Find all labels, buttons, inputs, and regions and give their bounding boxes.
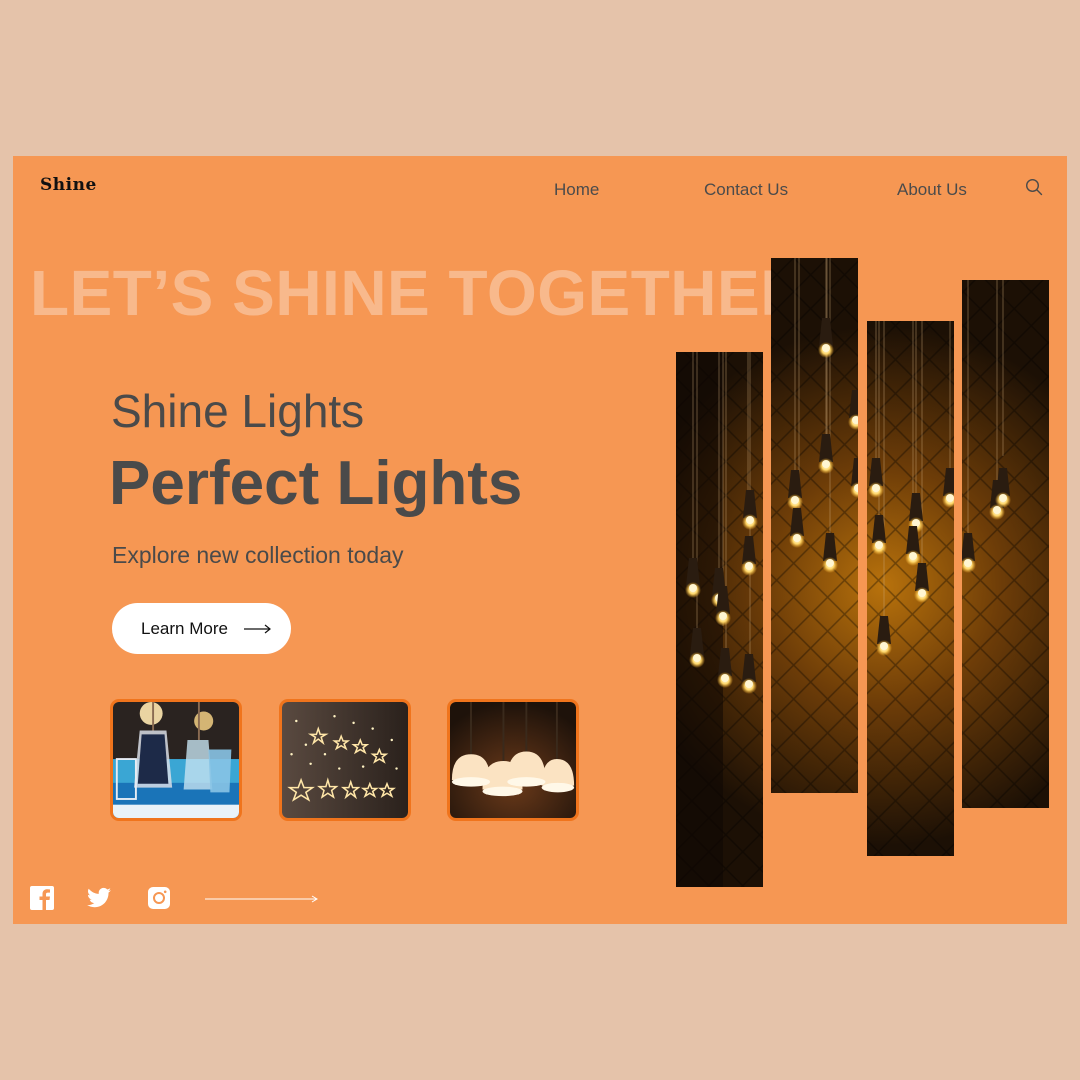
gallery-strip-4 [962, 280, 1049, 808]
footer-arrow-icon[interactable] [205, 892, 319, 906]
hero-headline: Perfect Lights [109, 449, 523, 518]
search-icon[interactable] [1025, 178, 1043, 196]
learn-more-button[interactable]: Learn More [112, 603, 291, 654]
learn-more-label: Learn More [141, 618, 228, 638]
nav-home[interactable]: Home [554, 180, 599, 200]
landing-card: Shine Home Contact Us About Us LET’S SHI… [13, 156, 1067, 924]
arrow-right-icon [243, 624, 271, 633]
lanterns-image [113, 702, 239, 818]
star-lights-image [282, 702, 408, 818]
thumbnail-star-lights[interactable] [279, 699, 411, 821]
pendant-bulbs-image [962, 280, 1049, 808]
thumbnail-pendant-lamps[interactable] [447, 699, 579, 821]
nav-contact-us[interactable]: Contact Us [704, 180, 788, 200]
nav-about-us[interactable]: About Us [897, 180, 967, 200]
facebook-icon[interactable] [29, 885, 55, 911]
hero-subtitle: Shine Lights [111, 385, 365, 437]
pendant-bulbs-image [676, 352, 763, 887]
hero-tagline: Explore new collection today [112, 542, 404, 568]
gallery-strip-1 [676, 352, 763, 887]
gallery-strip-2 [771, 258, 858, 793]
pendant-bulbs-image [771, 258, 858, 793]
pendant-bulbs-image [867, 321, 954, 856]
logo[interactable]: Shine [40, 175, 97, 195]
gallery-strip-3 [867, 321, 954, 856]
pendant-lamps-image [450, 702, 576, 818]
twitter-icon[interactable] [86, 885, 112, 911]
thumbnail-lanterns[interactable] [110, 699, 242, 821]
hero-banner: LET’S SHINE TOGETHER [30, 257, 807, 329]
instagram-icon[interactable] [146, 885, 172, 911]
